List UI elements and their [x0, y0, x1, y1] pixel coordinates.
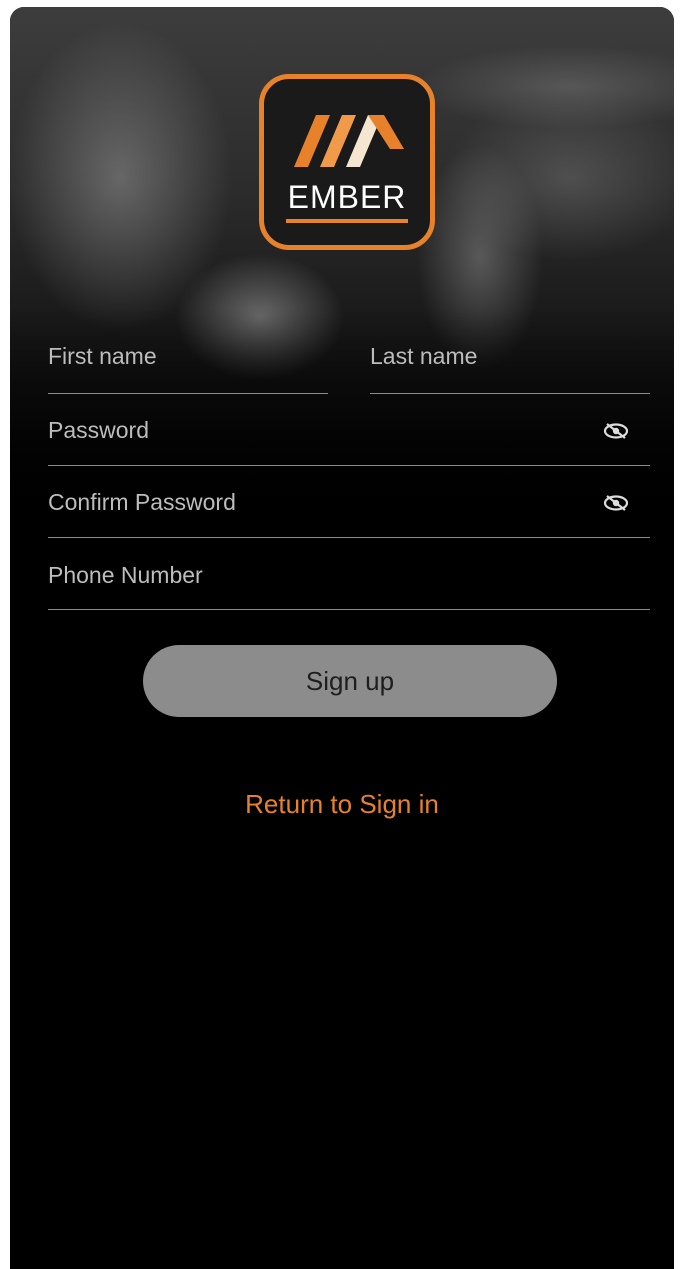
phone-number-underline — [48, 609, 650, 610]
eye-off-icon[interactable] — [602, 493, 630, 513]
first-name-field[interactable]: First name — [48, 343, 157, 370]
password-underline — [48, 465, 650, 466]
password-field[interactable]: Password — [48, 417, 149, 444]
sign-up-button[interactable]: Sign up — [143, 645, 557, 717]
confirm-password-underline — [48, 537, 650, 538]
last-name-field[interactable]: Last name — [370, 343, 477, 370]
logo-text: EMBER — [287, 179, 407, 215]
ember-logo: EMBER — [259, 74, 435, 250]
signup-screen: EMBER First name Last name Password Conf… — [10, 7, 674, 1269]
first-name-underline — [48, 393, 328, 394]
eye-off-icon[interactable] — [602, 421, 630, 441]
last-name-underline — [370, 393, 650, 394]
return-to-sign-in-link[interactable]: Return to Sign in — [10, 789, 674, 820]
phone-number-field[interactable]: Phone Number — [48, 562, 203, 589]
confirm-password-field[interactable]: Confirm Password — [48, 489, 236, 516]
logo-underline — [286, 219, 408, 223]
